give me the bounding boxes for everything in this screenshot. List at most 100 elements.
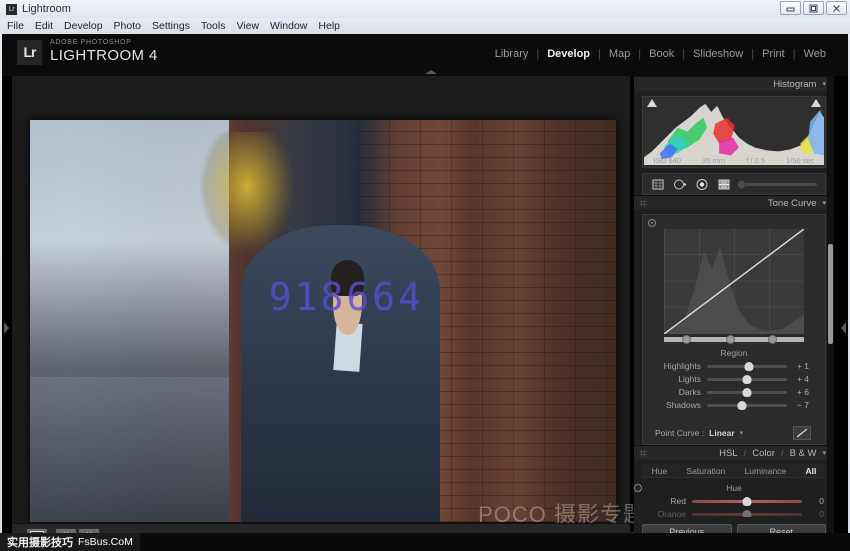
- midtone-split-knob[interactable]: [726, 335, 735, 344]
- module-library[interactable]: Library: [487, 48, 537, 60]
- spot-removal-icon[interactable]: [673, 178, 687, 191]
- chevron-down-icon[interactable]: ▾: [822, 449, 826, 457]
- exif-iso: ISO 640: [654, 156, 682, 165]
- highlight-split-knob[interactable]: [768, 335, 777, 344]
- tab-saturation[interactable]: Saturation: [687, 466, 726, 476]
- identity-plate[interactable]: Lr ADOBE PHOTOSHOP LIGHTROOM 4: [17, 40, 158, 65]
- brand-subtitle: ADOBE PHOTOSHOP: [50, 39, 158, 46]
- menu-edit[interactable]: Edit: [35, 20, 53, 32]
- image-preview-area[interactable]: 918664 POCO 摄影专题 http://photo.poco.cn/ Y…: [12, 76, 630, 547]
- photo-foliage-region: [200, 132, 294, 253]
- maximize-button[interactable]: [803, 1, 824, 15]
- menu-develop[interactable]: Develop: [64, 20, 103, 32]
- red-label: Red: [640, 496, 692, 506]
- menu-help[interactable]: Help: [318, 20, 340, 32]
- tone-curve-line: [664, 229, 804, 334]
- lightroom-icon: Lr: [6, 4, 17, 15]
- histogram-panel-title: Histogram: [773, 79, 816, 90]
- hsl-section-label-wrap: Hue: [634, 483, 834, 493]
- right-panel: Histogram ▾ ISO 640: [634, 76, 834, 547]
- darks-slider[interactable]: [707, 391, 787, 394]
- menu-photo[interactable]: Photo: [114, 20, 141, 32]
- lights-slider-knob[interactable]: [743, 375, 752, 384]
- right-panel-scrollbar[interactable]: [827, 76, 834, 547]
- tab-luminance[interactable]: Luminance: [745, 466, 787, 476]
- highlight-clipping-indicator[interactable]: [811, 99, 821, 107]
- panel-switch-icon[interactable]: [640, 450, 647, 457]
- tone-curve-graph[interactable]: [664, 229, 804, 334]
- module-print[interactable]: Print: [754, 48, 793, 60]
- darks-slider-knob[interactable]: [743, 388, 752, 397]
- shadows-slider-knob[interactable]: [738, 401, 747, 410]
- shadows-slider[interactable]: [707, 404, 787, 407]
- hsl-title[interactable]: HSL: [719, 448, 737, 459]
- highlights-slider-knob[interactable]: [744, 362, 753, 371]
- color-title[interactable]: Color: [752, 448, 775, 459]
- red-eye-correction-icon[interactable]: [695, 178, 709, 191]
- tab-hue[interactable]: Hue: [652, 466, 668, 476]
- photo-frame[interactable]: 918664: [30, 120, 616, 522]
- red-hue-slider[interactable]: [692, 500, 802, 503]
- shadow-split-knob[interactable]: [682, 335, 691, 344]
- menu-file[interactable]: File: [7, 20, 24, 32]
- tone-curve-panel-header[interactable]: Tone Curve ▾: [634, 195, 834, 210]
- region-label: Region: [649, 348, 819, 358]
- right-panel-scroll-thumb[interactable]: [828, 244, 833, 344]
- status-tip-cn: 实用摄影技巧: [7, 534, 73, 550]
- lights-value[interactable]: + 4: [787, 374, 809, 384]
- slider-row-red: Red 0: [640, 496, 824, 506]
- menu-view[interactable]: View: [236, 20, 259, 32]
- point-curve-value[interactable]: Linear: [709, 428, 735, 438]
- module-slideshow[interactable]: Slideshow: [685, 48, 751, 60]
- edit-point-curve-button[interactable]: [793, 426, 811, 440]
- highlights-value[interactable]: + 1: [787, 361, 809, 371]
- red-hue-slider-knob[interactable]: [743, 497, 752, 506]
- module-develop[interactable]: Develop: [539, 48, 598, 60]
- menu-tools[interactable]: Tools: [201, 20, 226, 32]
- adjustment-brush-icon[interactable]: [737, 180, 746, 189]
- module-map[interactable]: Map: [601, 48, 638, 60]
- targeted-adjustment-icon[interactable]: [634, 484, 642, 492]
- menu-window[interactable]: Window: [270, 20, 307, 32]
- status-tip: 实用摄影技巧 FsBus.CoM: [0, 533, 140, 551]
- point-curve-label: Point Curve :: [655, 428, 704, 438]
- module-book[interactable]: Book: [641, 48, 682, 60]
- photo-image: [30, 120, 616, 522]
- panel-switch-icon[interactable]: [640, 200, 647, 207]
- close-button[interactable]: [826, 1, 847, 15]
- shadow-clipping-indicator[interactable]: [647, 99, 657, 107]
- darks-value[interactable]: + 6: [787, 387, 809, 397]
- chevron-down-icon[interactable]: ▾: [822, 199, 826, 207]
- module-web[interactable]: Web: [796, 48, 834, 60]
- tab-all[interactable]: All: [805, 466, 816, 476]
- menu-settings[interactable]: Settings: [152, 20, 190, 32]
- tone-curve-range-rail[interactable]: [664, 337, 804, 342]
- right-panel-collapse-arrow[interactable]: [841, 322, 846, 334]
- crop-overlay-icon[interactable]: [651, 178, 665, 191]
- chevron-down-icon[interactable]: ▾: [822, 80, 826, 88]
- orange-hue-slider[interactable]: [692, 513, 802, 516]
- graduated-filter-icon[interactable]: [717, 178, 731, 191]
- lights-label: Lights: [655, 374, 707, 384]
- bw-title[interactable]: B & W: [790, 448, 817, 459]
- histogram-graph[interactable]: ISO 640 35 mm f / 2.5 1/50 sec: [642, 96, 826, 168]
- histogram-exif: ISO 640 35 mm f / 2.5 1/50 sec: [643, 156, 825, 165]
- lights-slider[interactable]: [707, 378, 787, 381]
- red-value[interactable]: 0: [802, 496, 824, 506]
- window-controls: [780, 1, 847, 15]
- highlights-slider[interactable]: [707, 365, 787, 368]
- adjustment-brush-slider[interactable]: [739, 183, 817, 186]
- hsl-panel-header[interactable]: HSL / Color / B & W ▾: [634, 445, 834, 460]
- slider-row-shadows: Shadows − 7: [655, 400, 809, 410]
- brand-text: ADOBE PHOTOSHOP LIGHTROOM 4: [50, 39, 158, 64]
- chevron-down-icon[interactable]: ▾: [740, 429, 744, 437]
- histogram-panel-header[interactable]: Histogram ▾: [634, 76, 834, 91]
- left-panel-collapse-arrow[interactable]: [4, 322, 9, 334]
- develop-tool-strip: [642, 173, 826, 195]
- targeted-adjustment-icon[interactable]: [648, 219, 656, 227]
- minimize-button[interactable]: [780, 1, 801, 15]
- highlights-label: Highlights: [655, 361, 707, 371]
- hsl-section-label: Hue: [726, 483, 742, 493]
- shadows-value[interactable]: − 7: [787, 400, 809, 410]
- top-panel-collapse-arrow[interactable]: [425, 70, 437, 74]
